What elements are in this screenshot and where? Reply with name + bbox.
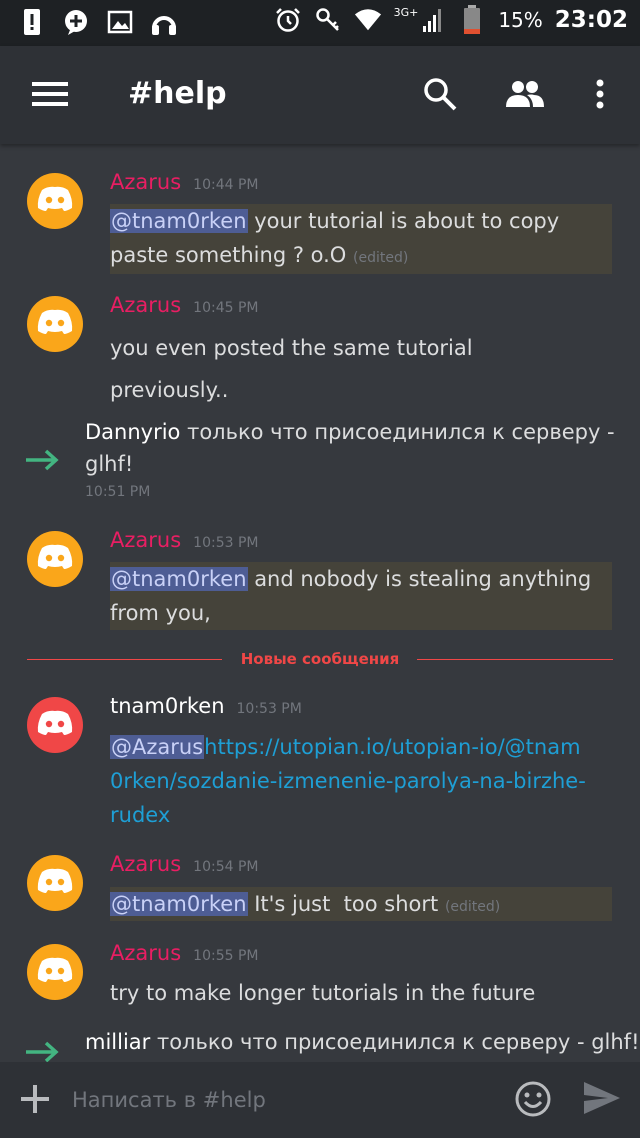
message-body: @Azarushttps://utopian.io/utopian-io/@tn… [110,730,590,832]
discord-logo-icon [36,957,74,987]
message-body: you even posted the same tutorial previo… [110,336,473,402]
gallery-icon [106,8,134,36]
wifi-icon [354,6,382,34]
search-icon [423,77,457,115]
message-author[interactable]: Azarus 10:44 PM [110,170,258,194]
message-author[interactable]: Azarus 10:45 PM [110,293,258,317]
join-arrow-icon [24,1040,60,1062]
discord-logo-icon [36,309,74,339]
message-composer: Написать в #help [0,1062,640,1138]
headphones-icon [150,8,178,36]
user-mention[interactable]: @tnam0rken [110,567,248,591]
network-type: 3G+ [393,5,419,19]
message-author[interactable]: Azarus 10:55 PM [110,941,258,965]
battery-icon [458,5,486,34]
alert-icon [18,8,46,36]
message-timestamp: 10:54 PM [193,859,259,875]
discord-logo-icon [36,868,74,898]
join-text: Dannyrio только что присоединился к серв… [85,420,615,476]
user-mention[interactable]: @tnam0rken [110,209,248,233]
message-list[interactable]: Azarus 10:44 PM @tnam0rken your tutorial … [0,144,640,1062]
join-username[interactable]: Dannyrio [85,420,180,444]
more-button[interactable] [580,76,620,116]
message-timestamp: 10:53 PM [236,701,302,717]
avatar[interactable] [27,296,83,352]
message-timestamp: 10:53 PM [193,535,259,551]
search-button[interactable] [420,76,460,116]
key-icon [314,6,342,34]
add-attachment-button[interactable] [18,1082,52,1120]
avatar[interactable] [27,697,83,753]
avatar[interactable] [27,531,83,587]
new-messages-divider: Новые сообщения [27,650,613,670]
signal-icon [418,6,446,34]
avatar[interactable] [27,855,83,911]
send-button[interactable] [582,1080,622,1120]
message-author[interactable]: Azarus 10:53 PM [110,528,258,552]
message-author[interactable]: Azarus 10:54 PM [110,852,258,876]
discord-logo-icon [36,544,74,574]
message-body: @tnam0rken and nobody is stealing anythi… [110,562,612,630]
menu-button[interactable] [30,76,70,116]
message-body: @tnam0rken your tutorial is about to cop… [110,204,612,274]
edited-label: (edited) [444,899,501,915]
message-timestamp: 10:55 PM [193,948,259,964]
avatar[interactable] [27,944,83,1000]
message-body: @tnam0rken It's just too short (edited) [110,887,612,921]
message-timestamp: 10:44 PM [193,177,259,193]
battery-percent: 15% [498,8,543,32]
message-input[interactable]: Написать в #help [72,1088,266,1112]
message-author[interactable]: tnam0rken 10:53 PM [110,694,302,718]
status-bar: 3G+ 15% 23:02 [0,0,640,46]
channel-title: #help [128,76,227,111]
join-timestamp: 10:51 PM [85,484,151,500]
clock: 23:02 [554,7,628,33]
alarm-icon [274,6,302,34]
message-body: try to make longer tutorials in the futu… [110,981,536,1005]
menu-icon [32,81,68,111]
message-timestamp: 10:45 PM [193,300,259,316]
user-mention[interactable]: @Azarus [110,735,205,759]
discord-logo-icon [36,710,74,740]
user-mention[interactable]: @tnam0rken [110,892,248,916]
edited-label: (edited) [353,250,409,266]
join-text: milliar только что присоединился к серве… [85,1030,640,1054]
avatar[interactable] [27,173,83,229]
members-button[interactable] [504,76,544,116]
discord-logo-icon [36,186,74,216]
messenger-icon [62,8,90,36]
members-icon [503,80,545,112]
app-bar: #help [0,46,640,144]
more-icon [595,79,605,113]
join-username[interactable]: milliar [85,1030,150,1054]
emoji-button[interactable] [514,1080,552,1122]
new-messages-label: Новые сообщения [240,650,400,668]
join-arrow-icon [24,448,60,476]
